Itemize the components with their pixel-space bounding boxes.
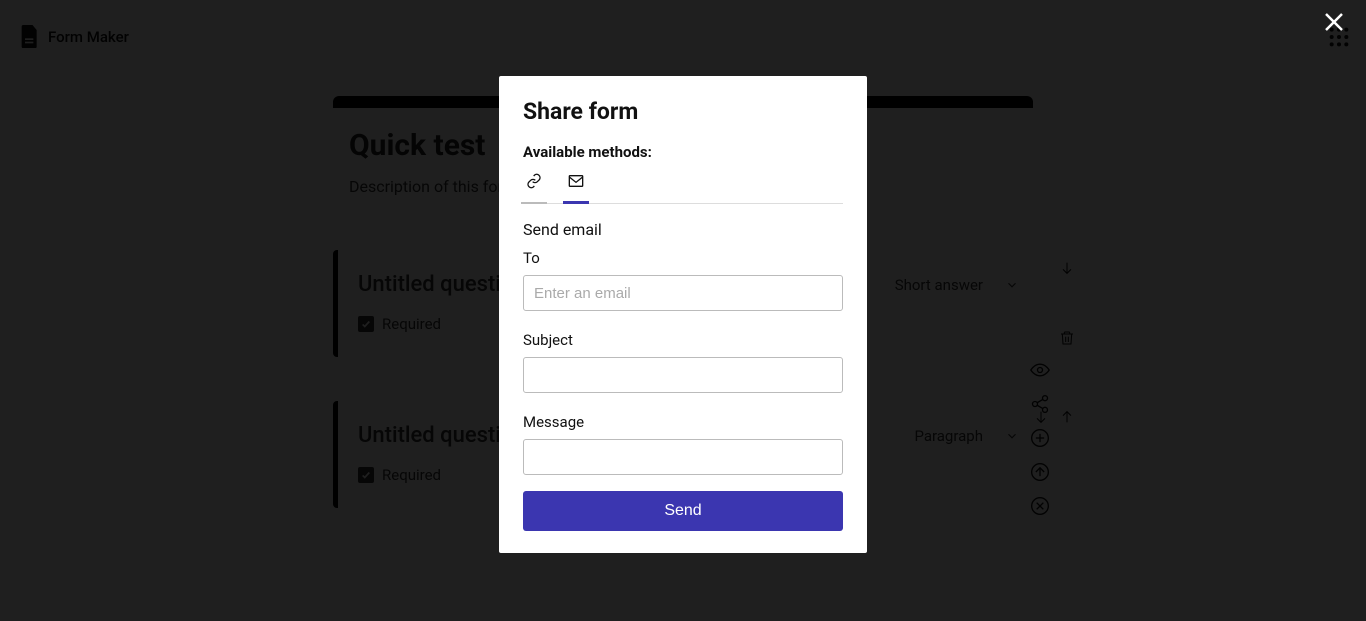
subject-input[interactable]: [523, 357, 843, 393]
available-methods-label: Available methods:: [523, 143, 843, 161]
close-icon[interactable]: [1322, 10, 1346, 34]
send-button[interactable]: Send: [523, 491, 843, 531]
send-email-heading: Send email: [523, 220, 843, 239]
subject-label: Subject: [523, 331, 843, 349]
share-form-modal: Share form Available methods: Send email…: [499, 76, 867, 553]
message-input[interactable]: [523, 439, 843, 475]
tab-link[interactable]: [523, 173, 545, 195]
to-label: To: [523, 249, 843, 267]
to-input[interactable]: [523, 275, 843, 311]
share-method-tabs: [523, 173, 843, 204]
message-label: Message: [523, 413, 843, 431]
tab-email[interactable]: [565, 173, 587, 195]
modal-title: Share form: [523, 98, 843, 125]
